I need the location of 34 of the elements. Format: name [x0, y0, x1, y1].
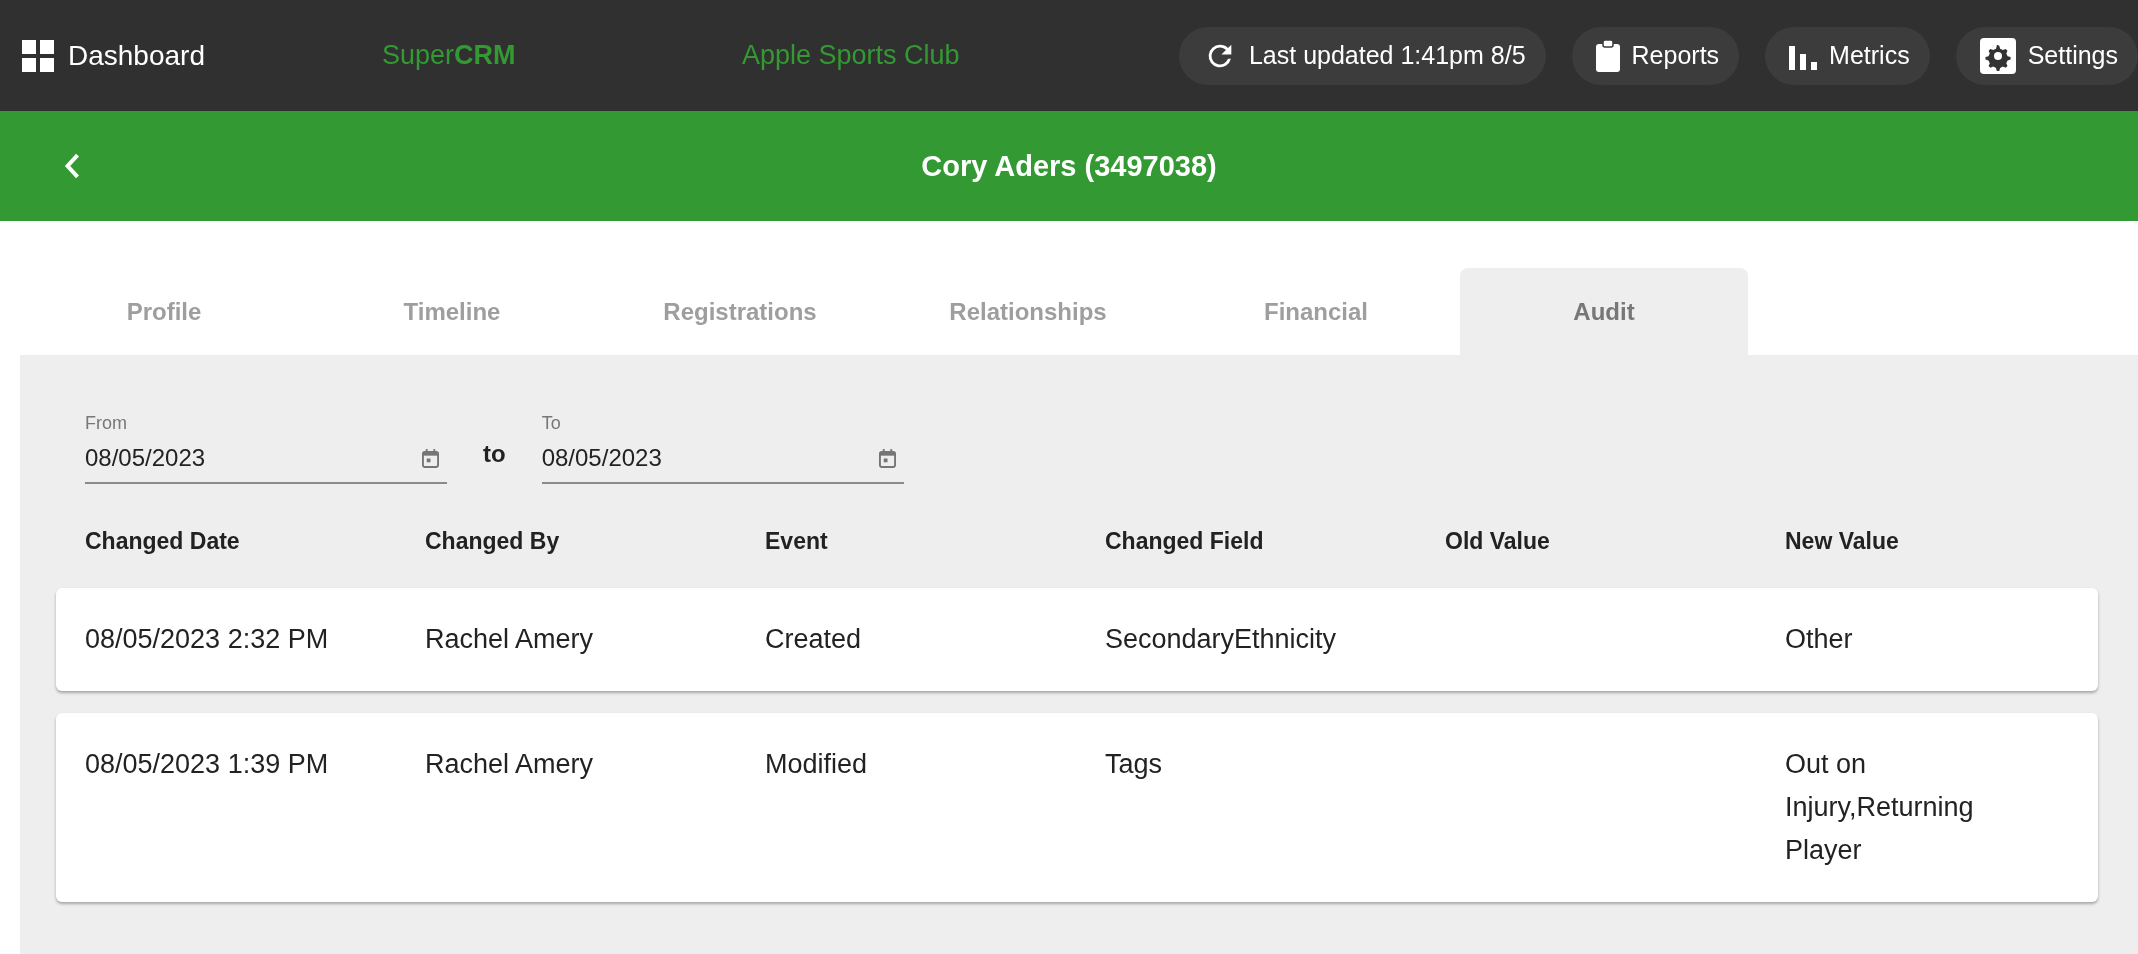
date-range-separator: to — [483, 440, 506, 469]
chevron-left-icon — [64, 152, 82, 180]
table-cell: Rachel Amery — [425, 624, 594, 654]
calendar-icon — [878, 448, 896, 468]
table-cell: 08/05/2023 2:32 PM — [85, 624, 329, 654]
to-date-field[interactable]: To 08/05/2023 — [541, 413, 904, 484]
page-title: Cory Aders (3497038) — [920, 149, 1218, 183]
table-cell: Rachel Amery — [425, 749, 594, 779]
clipboard-icon — [1595, 39, 1620, 72]
column-header: Old Value — [1445, 527, 1551, 555]
table-cell: Out on Injury,Returning Player — [1785, 749, 1974, 865]
table-cell: Tags — [1105, 749, 1163, 779]
table-cell: 08/05/2023 1:39 PM — [85, 749, 329, 779]
column-header: New Value — [1785, 527, 1900, 555]
refresh-button[interactable]: Last updated 1:41pm 8/5 — [1178, 26, 1546, 85]
table-cell: Other — [1785, 624, 1853, 654]
grid-icon — [22, 39, 54, 72]
metrics-button[interactable]: Metrics — [1765, 26, 1930, 85]
settings-button[interactable]: Settings — [1955, 26, 2138, 85]
column-header: Changed By — [425, 527, 561, 555]
tab[interactable]: Audit — [1460, 268, 1748, 355]
table-cell: Created — [765, 624, 862, 654]
calendar-icon — [422, 448, 439, 468]
column-header: Changed Date — [85, 527, 241, 555]
column-header: Changed Field — [1105, 527, 1265, 555]
dashboard-link[interactable]: Dashboard — [68, 39, 205, 72]
table-cell: Modified — [765, 749, 868, 779]
reports-button[interactable]: Reports — [1571, 26, 1740, 85]
column-header: Event — [765, 527, 829, 555]
from-date-field[interactable]: From 08/05/2023 — [85, 413, 447, 484]
club-name: Apple Sports Club — [742, 40, 960, 71]
app-logo-text: SuperCRM — [382, 40, 517, 71]
settings-icon — [1979, 37, 2016, 74]
table-cell: SecondaryEthnicity — [1105, 624, 1337, 654]
